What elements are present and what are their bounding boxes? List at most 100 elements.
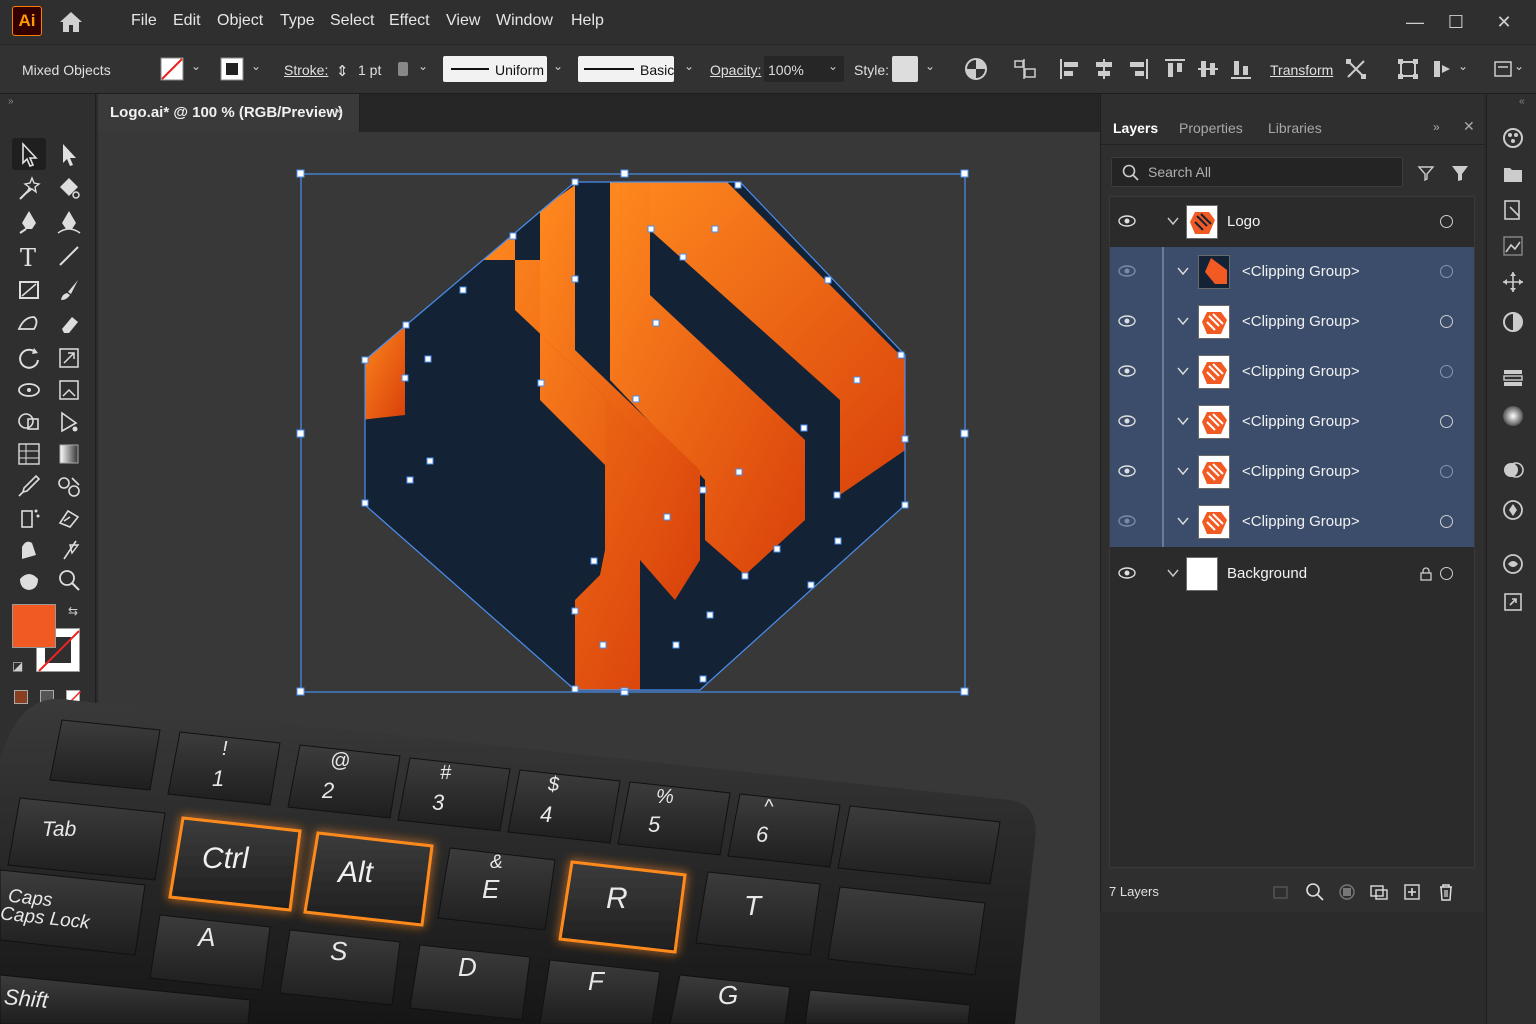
layer-row-clipping-group[interactable]: <Clipping Group>: [1110, 247, 1474, 297]
curvature-tool-icon[interactable]: [54, 207, 84, 237]
brushes-icon[interactable]: [1501, 552, 1525, 576]
visibility-eye-icon[interactable]: [1118, 214, 1136, 228]
target-circle-icon[interactable]: [1440, 415, 1453, 428]
expand-chevron-icon[interactable]: [1166, 566, 1180, 580]
menu-effect[interactable]: Effect: [389, 12, 430, 30]
brush-definition-select[interactable]: Basic: [578, 56, 674, 82]
layer-row-clipping-group[interactable]: <Clipping Group>: [1110, 297, 1474, 347]
close-document-icon[interactable]: ×: [334, 103, 343, 120]
pen-tool-icon[interactable]: [14, 207, 44, 237]
align-horizontal-center-icon[interactable]: [1092, 57, 1116, 81]
rectangle-tool-icon[interactable]: [14, 275, 44, 305]
document-tab[interactable]: Logo.ai* @ 100 % (RGB/Preview) ×: [98, 94, 360, 132]
graphic-style-swatch[interactable]: [892, 56, 918, 82]
cc-libraries-icon[interactable]: [1501, 162, 1525, 186]
direct-selection-tool-icon[interactable]: [54, 139, 84, 169]
stroke-swatch-icon[interactable]: [220, 57, 244, 81]
gradient-tool-icon[interactable]: [54, 439, 84, 469]
opacity-chevron-icon[interactable]: ⌄: [828, 59, 838, 73]
layer-row-logo[interactable]: Logo: [1110, 197, 1474, 247]
eraser-tool-icon[interactable]: [54, 309, 84, 339]
type-tool-icon[interactable]: T: [14, 241, 44, 272]
tab-layers[interactable]: Layers: [1113, 120, 1158, 136]
appearance-icon[interactable]: [1501, 310, 1525, 334]
transform-reference-icon[interactable]: [1344, 57, 1368, 81]
filter-icon[interactable]: [1451, 164, 1469, 182]
lock-icon[interactable]: [1420, 567, 1432, 581]
gradient-panel-icon[interactable]: [1501, 404, 1525, 428]
lasso-select-tool-icon[interactable]: [54, 173, 84, 203]
menu-file[interactable]: File: [131, 12, 157, 30]
slice-tool-icon[interactable]: [54, 535, 84, 565]
navigator-icon[interactable]: [1501, 270, 1525, 294]
menu-view[interactable]: View: [446, 12, 480, 30]
stroke-label[interactable]: Stroke:: [284, 62, 328, 78]
align-to-icon[interactable]: [1013, 57, 1037, 81]
opacity-input[interactable]: 100% ⌄: [764, 56, 844, 82]
visibility-eye-icon[interactable]: [1118, 264, 1136, 278]
transparency-icon[interactable]: [1501, 458, 1525, 482]
tab-libraries[interactable]: Libraries: [1268, 120, 1322, 136]
layers-search[interactable]: [1111, 157, 1403, 187]
target-circle-icon[interactable]: [1440, 215, 1453, 228]
column-graph-tool-icon[interactable]: [54, 503, 84, 533]
stroke-weight-input[interactable]: 1 pt: [358, 62, 381, 78]
magic-wand-tool-icon[interactable]: [14, 173, 44, 203]
visibility-eye-icon[interactable]: [1118, 464, 1136, 478]
create-sublayer-icon[interactable]: [1369, 882, 1389, 902]
free-transform-tool-icon[interactable]: [54, 375, 84, 405]
expand-chevron-icon[interactable]: [1176, 514, 1190, 528]
home-icon[interactable]: [58, 10, 84, 34]
tab-properties[interactable]: Properties: [1179, 120, 1243, 136]
stroke-weight-chevron-icon[interactable]: ⌄: [418, 59, 428, 73]
align-left-icon[interactable]: [1058, 57, 1082, 81]
visibility-eye-icon[interactable]: [1118, 364, 1136, 378]
panel-menu-chevron-icon[interactable]: ⌄: [1514, 59, 1524, 73]
menu-help[interactable]: Help: [571, 12, 604, 30]
target-circle-icon[interactable]: [1440, 515, 1453, 528]
fill-dropdown-chevron-icon[interactable]: ⌄: [191, 59, 201, 73]
symbol-sprayer-tool-icon[interactable]: [14, 503, 44, 533]
maximize-button[interactable]: ☐: [1442, 8, 1470, 36]
layer-row-clipping-group[interactable]: <Clipping Group>: [1110, 447, 1474, 497]
expand-chevron-icon[interactable]: [1176, 264, 1190, 278]
menu-type[interactable]: Type: [280, 12, 315, 30]
swatches-icon[interactable]: [1501, 366, 1525, 390]
symbols-icon[interactable]: [1501, 498, 1525, 522]
isolate-group-icon[interactable]: [1396, 57, 1420, 81]
puppet-warp-icon[interactable]: [1430, 57, 1454, 81]
recolor-artwork-icon[interactable]: [964, 57, 988, 81]
menu-select[interactable]: Select: [330, 12, 374, 30]
shape-builder-tool-icon[interactable]: [14, 407, 44, 437]
opacity-label[interactable]: Opacity:: [710, 62, 761, 78]
scale-tool-icon[interactable]: [54, 343, 84, 373]
target-circle-icon[interactable]: [1440, 465, 1453, 478]
expand-chevron-icon[interactable]: [1176, 314, 1190, 328]
line-segment-tool-icon[interactable]: [54, 241, 84, 271]
expand-chevron-icon[interactable]: [1176, 364, 1190, 378]
make-clipping-mask-icon[interactable]: [1337, 882, 1357, 902]
blend-tool-icon[interactable]: [54, 471, 84, 501]
variable-width-profile-select[interactable]: Uniform: [443, 56, 547, 82]
align-vertical-center-icon[interactable]: [1196, 57, 1220, 81]
collapse-panel-icon[interactable]: »: [1433, 120, 1440, 134]
width-tool-icon[interactable]: [14, 375, 44, 405]
visibility-eye-icon[interactable]: [1118, 314, 1136, 328]
toolbar-collapse-icon[interactable]: »: [8, 96, 14, 107]
brush-chevron-icon[interactable]: ⌄: [684, 59, 694, 73]
search-input[interactable]: [1148, 164, 1388, 180]
paintbrush-tool-icon[interactable]: [54, 275, 84, 305]
live-paint-tool-icon[interactable]: [54, 407, 84, 437]
target-circle-icon[interactable]: [1440, 365, 1453, 378]
stroke-dropdown-chevron-icon[interactable]: ⌄: [251, 59, 261, 73]
selection-tool-icon[interactable]: [14, 139, 44, 169]
asset-export-icon[interactable]: [1501, 198, 1525, 222]
menu-window[interactable]: Window: [496, 12, 553, 30]
locate-object-icon[interactable]: [1305, 882, 1325, 902]
visibility-eye-icon[interactable]: [1118, 414, 1136, 428]
dock-collapse-icon[interactable]: «: [1519, 96, 1525, 107]
panel-menu-icon[interactable]: [1492, 57, 1516, 81]
stroke-weight-slider-icon[interactable]: [398, 62, 408, 76]
eyedropper-tool-icon[interactable]: [14, 471, 44, 501]
perspective-grid-tool-icon[interactable]: [14, 439, 44, 469]
